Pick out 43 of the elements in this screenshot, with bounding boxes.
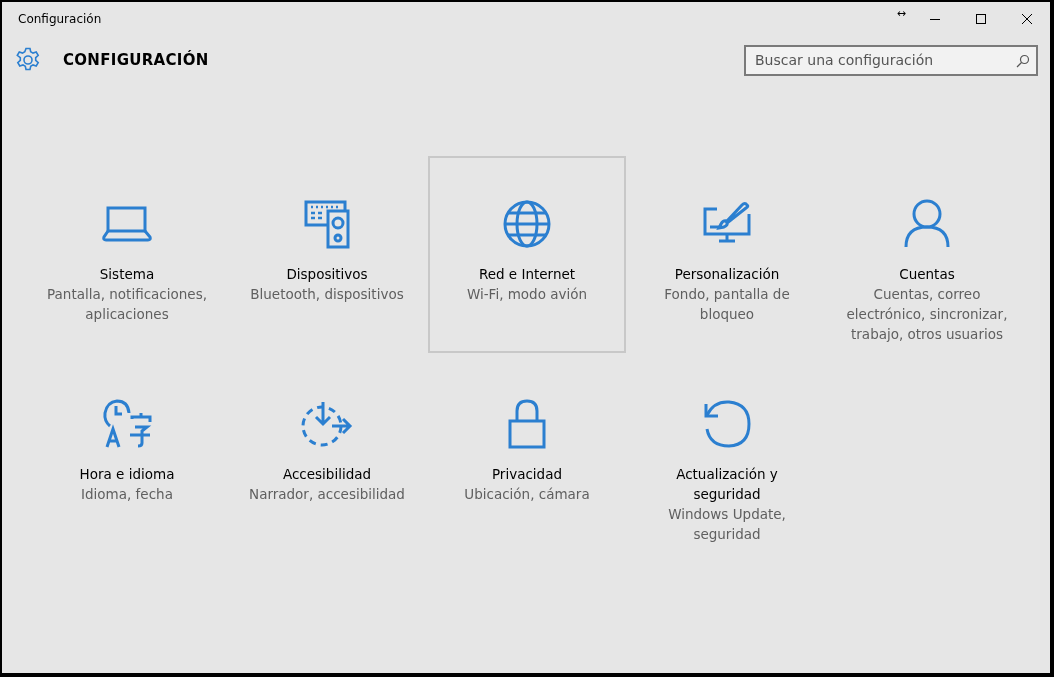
tile-description: Narrador, accesibilidad bbox=[248, 485, 406, 504]
tile-description: Pantalla, notificaciones, aplicaciones bbox=[46, 285, 208, 324]
tile-title: Cuentas bbox=[898, 265, 956, 284]
settings-tile[interactable]: Accesibilidad Narrador, accesibilidad bbox=[228, 356, 426, 553]
maximize-icon bbox=[975, 13, 987, 25]
settings-tile[interactable]: Personalización Fondo, pantalla de bloqueo bbox=[628, 156, 826, 353]
tile-title: Actualización y seguridad bbox=[675, 465, 779, 504]
tile-description: Cuentas, correo electrónico, sincronizar, trabajo, otros usuarios bbox=[845, 285, 1009, 344]
tile-title: Accesibilidad bbox=[281, 465, 373, 484]
tile-description: Fondo, pantalla de bloqueo bbox=[663, 285, 791, 324]
clock-language-icon bbox=[102, 399, 152, 449]
search-field[interactable]: Buscar una configuración bbox=[744, 44, 1038, 76]
tile-title: Personalización bbox=[673, 265, 781, 284]
settings-tile[interactable]: Dispositivos Bluetooth, dispositivos bbox=[228, 156, 426, 353]
tile-description: Ubicación, cámara bbox=[463, 485, 591, 504]
settings-tile[interactable]: Red e Internet Wi-Fi, modo avión bbox=[428, 156, 626, 353]
settings-tile[interactable]: Cuentas Cuentas, correo electrónico, sincronizar, trabajo, otros usuarios bbox=[828, 156, 1026, 353]
devices-icon bbox=[302, 199, 352, 249]
close-icon bbox=[1021, 13, 1033, 25]
tile-title: Sistema bbox=[98, 265, 156, 284]
window-title: Configuración bbox=[18, 12, 103, 26]
page-heading: CONFIGURACIÓN bbox=[63, 51, 210, 69]
tile-description: Wi-Fi, modo avión bbox=[465, 285, 589, 304]
settings-icon bbox=[15, 47, 41, 73]
person-icon bbox=[904, 199, 950, 249]
settings-tile[interactable]: Privacidad Ubicación, cámara bbox=[428, 356, 626, 553]
tile-description: Bluetooth, dispositivos bbox=[249, 285, 405, 304]
settings-tile[interactable]: Hora e idioma Idioma, fecha bbox=[28, 356, 226, 553]
circular-arrow-icon bbox=[702, 399, 752, 449]
settings-tile[interactable]: Actualización y seguridad Windows Update, seguridad bbox=[628, 356, 826, 553]
tile-description: Idioma, fecha bbox=[80, 485, 174, 504]
resize-glyph: ↔ bbox=[896, 6, 906, 20]
settings-tile[interactable]: Sistema Pantalla, notificaciones, aplicaciones bbox=[28, 156, 226, 353]
search-icon bbox=[1016, 53, 1030, 68]
lock-icon bbox=[508, 399, 546, 449]
tile-title: Dispositivos bbox=[285, 265, 369, 284]
tile-title: Privacidad bbox=[490, 465, 564, 484]
accessibility-icon bbox=[301, 400, 353, 448]
laptop-icon bbox=[102, 206, 152, 242]
tile-description: Windows Update, seguridad bbox=[667, 505, 787, 544]
globe-icon bbox=[502, 199, 552, 249]
tile-title: Hora e idioma bbox=[78, 465, 176, 484]
tile-title: Red e Internet bbox=[477, 265, 577, 284]
